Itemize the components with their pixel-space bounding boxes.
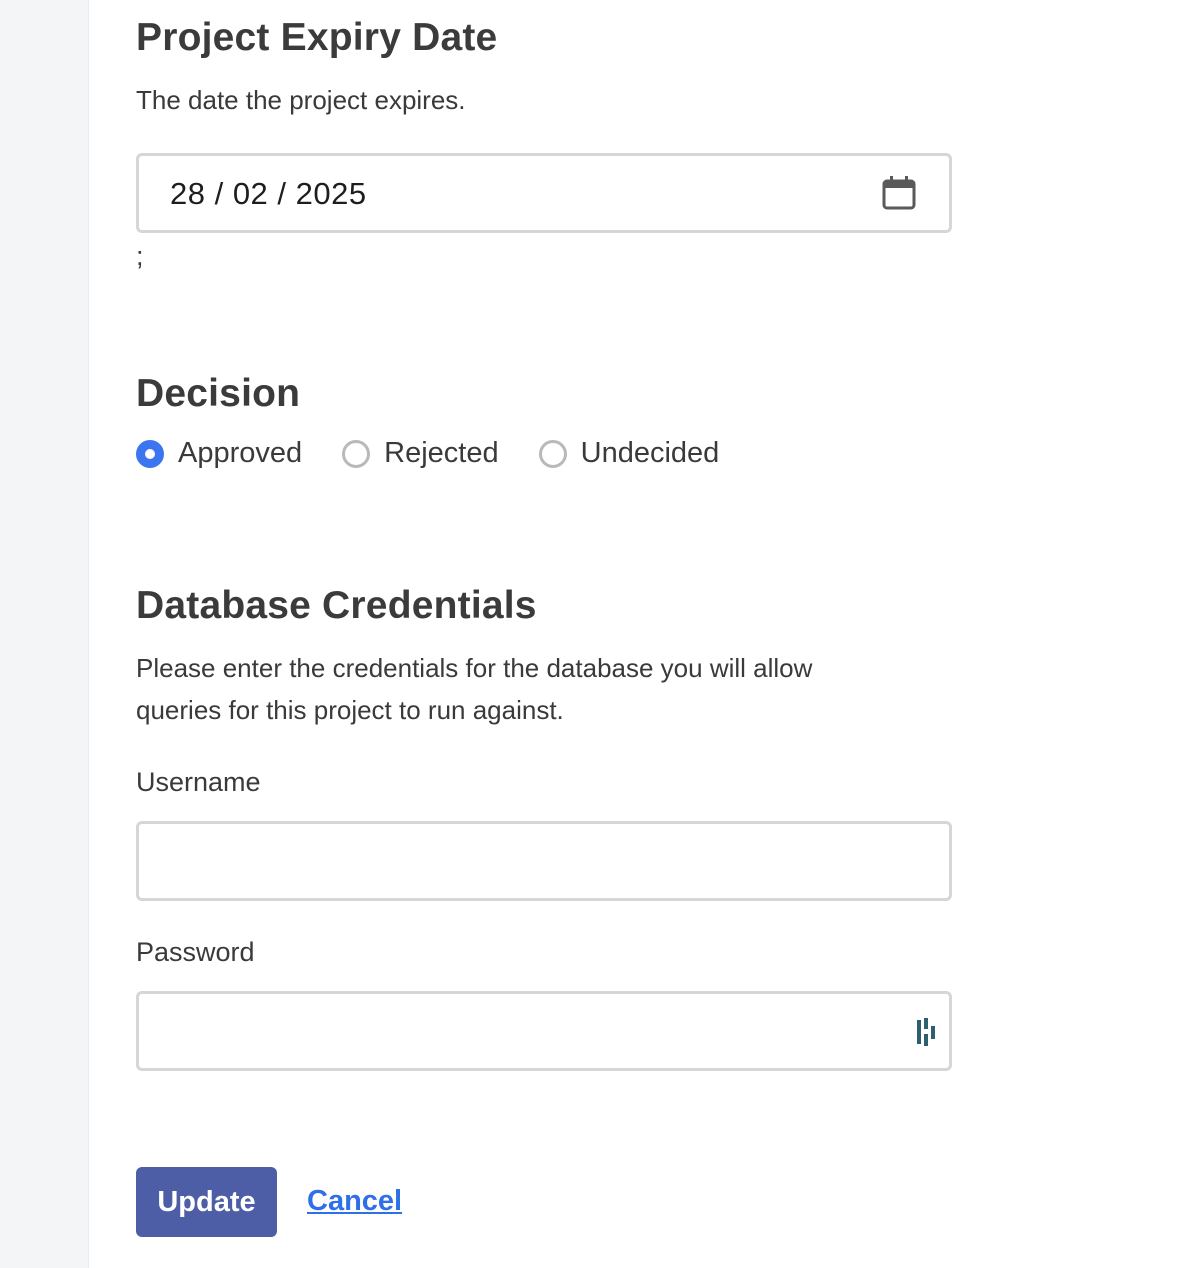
decision-option-rejected[interactable]: Rejected — [342, 437, 499, 470]
rejected-radio[interactable] — [342, 439, 371, 468]
approved-label: Approved — [178, 437, 303, 469]
undecided-label: Undecided — [580, 437, 720, 469]
cancel-link[interactable]: Cancel — [307, 1185, 402, 1218]
credentials-help-text: Please enter the credentials for the dat… — [136, 653, 813, 725]
calendar-icon[interactable] — [881, 175, 917, 211]
expiry-heading: Project Expiry Date — [136, 16, 498, 59]
update-button[interactable]: Update — [136, 1167, 277, 1237]
expiry-date-input[interactable]: 28 / 02 / 2025 — [136, 153, 952, 233]
undecided-radio[interactable] — [538, 439, 567, 468]
decision-option-approved[interactable]: Approved — [136, 437, 302, 470]
password-input[interactable] — [136, 991, 952, 1071]
decision-heading: Decision — [136, 372, 301, 415]
decision-option-undecided[interactable]: Undecided — [538, 437, 720, 470]
approved-radio[interactable] — [136, 439, 164, 468]
username-label: Username — [136, 767, 261, 797]
left-gutter — [0, 0, 89, 1268]
stray-semicolon: ; — [136, 241, 144, 271]
credentials-heading: Database Credentials — [136, 584, 537, 627]
expiry-date-value: 28 / 02 / 2025 — [170, 176, 367, 211]
decision-radio-group: Approved Rejected Undecided — [136, 437, 759, 470]
password-label: Password — [136, 937, 255, 967]
expiry-help-text: The date the project expires. — [136, 85, 466, 115]
password-manager-icon[interactable] — [915, 1016, 941, 1048]
rejected-label: Rejected — [384, 437, 499, 469]
username-input[interactable] — [136, 821, 952, 901]
